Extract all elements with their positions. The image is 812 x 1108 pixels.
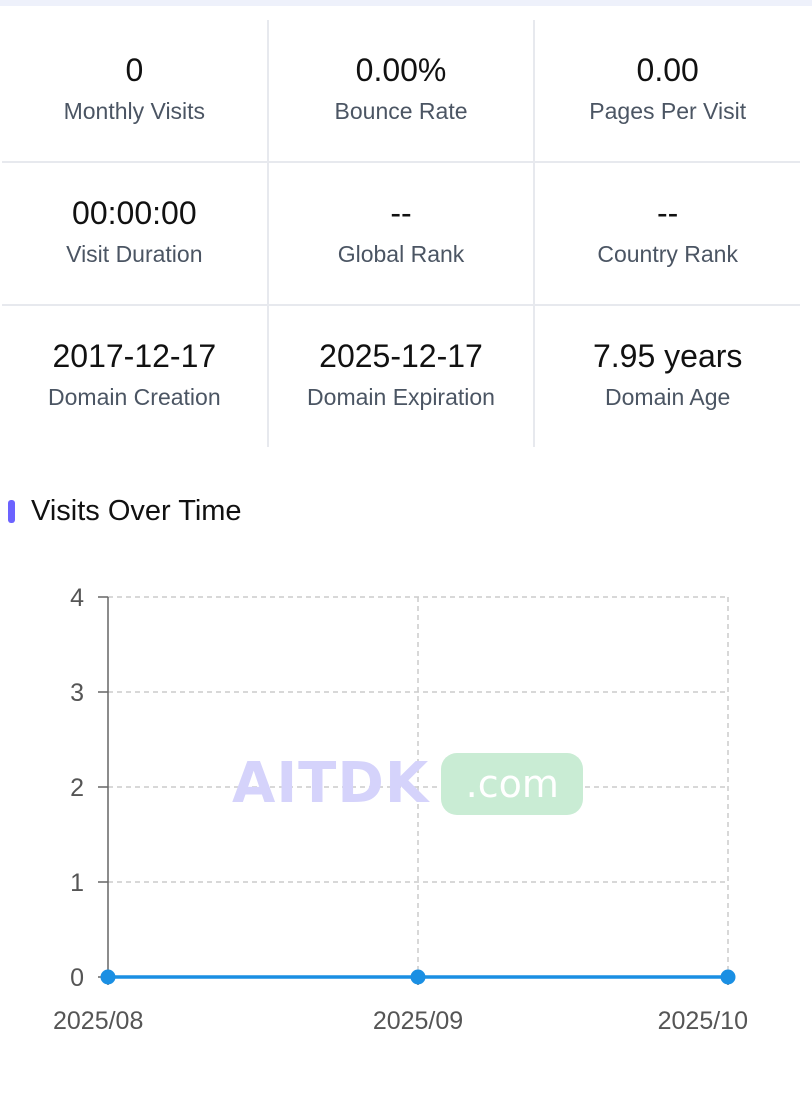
stats-row: 2017-12-17 Domain Creation 2025-12-17 Do… — [2, 306, 800, 447]
stat-bounce-rate: 0.00% Bounce Rate — [269, 20, 536, 161]
stat-value: -- — [390, 195, 412, 231]
watermark-badge: .com — [441, 753, 584, 815]
stat-domain-creation: 2017-12-17 Domain Creation — [2, 306, 269, 447]
stats-row: 0 Monthly Visits 0.00% Bounce Rate 0.00 … — [2, 20, 800, 163]
stat-label: Visit Duration — [66, 241, 203, 267]
stat-label: Monthly Visits — [63, 98, 206, 124]
stats-row: 00:00:00 Visit Duration -- Global Rank -… — [2, 163, 800, 306]
stat-label: Domain Expiration — [307, 384, 495, 410]
stat-value: 2017-12-17 — [52, 338, 217, 374]
stat-global-rank: -- Global Rank — [269, 163, 536, 304]
y-tick-label: 0 — [70, 964, 84, 992]
stat-value: 0.00 — [636, 52, 699, 88]
stat-domain-age: 7.95 years Domain Age — [535, 306, 800, 447]
stats-grid: 0 Monthly Visits 0.00% Bounce Rate 0.00 … — [2, 20, 800, 447]
stat-pages-per-visit: 0.00 Pages Per Visit — [535, 20, 800, 161]
stat-value: 2025-12-17 — [319, 338, 483, 374]
stat-label: Global Rank — [337, 241, 465, 267]
section-title-text: Visits Over Time — [31, 494, 242, 527]
stat-visit-duration: 00:00:00 Visit Duration — [2, 163, 269, 304]
stat-value: -- — [657, 195, 679, 231]
y-tick-label: 1 — [70, 869, 84, 897]
stat-value: 0 — [125, 52, 144, 88]
stat-label: Domain Age — [605, 384, 731, 410]
x-tick-label: 2025/08 — [53, 1007, 143, 1035]
x-tick-label: 2025/09 — [373, 1007, 463, 1035]
watermark-logo: AITDK .com — [232, 751, 584, 816]
stat-monthly-visits: 0 Monthly Visits — [2, 20, 269, 161]
data-point — [410, 969, 426, 985]
title-accent-bar — [8, 499, 15, 523]
stat-label: Bounce Rate — [334, 98, 468, 124]
y-tick-label: 3 — [70, 679, 84, 707]
data-point — [100, 969, 116, 985]
stat-value: 7.95 years — [592, 338, 743, 374]
stat-country-rank: -- Country Rank — [535, 163, 800, 304]
y-tick-label: 4 — [70, 584, 84, 612]
stat-domain-expiration: 2025-12-17 Domain Expiration — [269, 306, 536, 447]
stat-label: Pages Per Visit — [589, 98, 747, 124]
stat-value: 00:00:00 — [72, 195, 197, 231]
section-title: Visits Over Time — [8, 494, 242, 528]
data-point — [720, 969, 736, 985]
stat-label: Country Rank — [597, 241, 738, 267]
y-tick-label: 2 — [70, 774, 84, 802]
watermark-text: AITDK — [232, 751, 430, 816]
top-strip — [0, 0, 812, 6]
stat-value: 0.00% — [355, 52, 447, 88]
x-tick-label: 2025/10 — [658, 1007, 748, 1035]
stat-label: Domain Creation — [48, 384, 221, 410]
